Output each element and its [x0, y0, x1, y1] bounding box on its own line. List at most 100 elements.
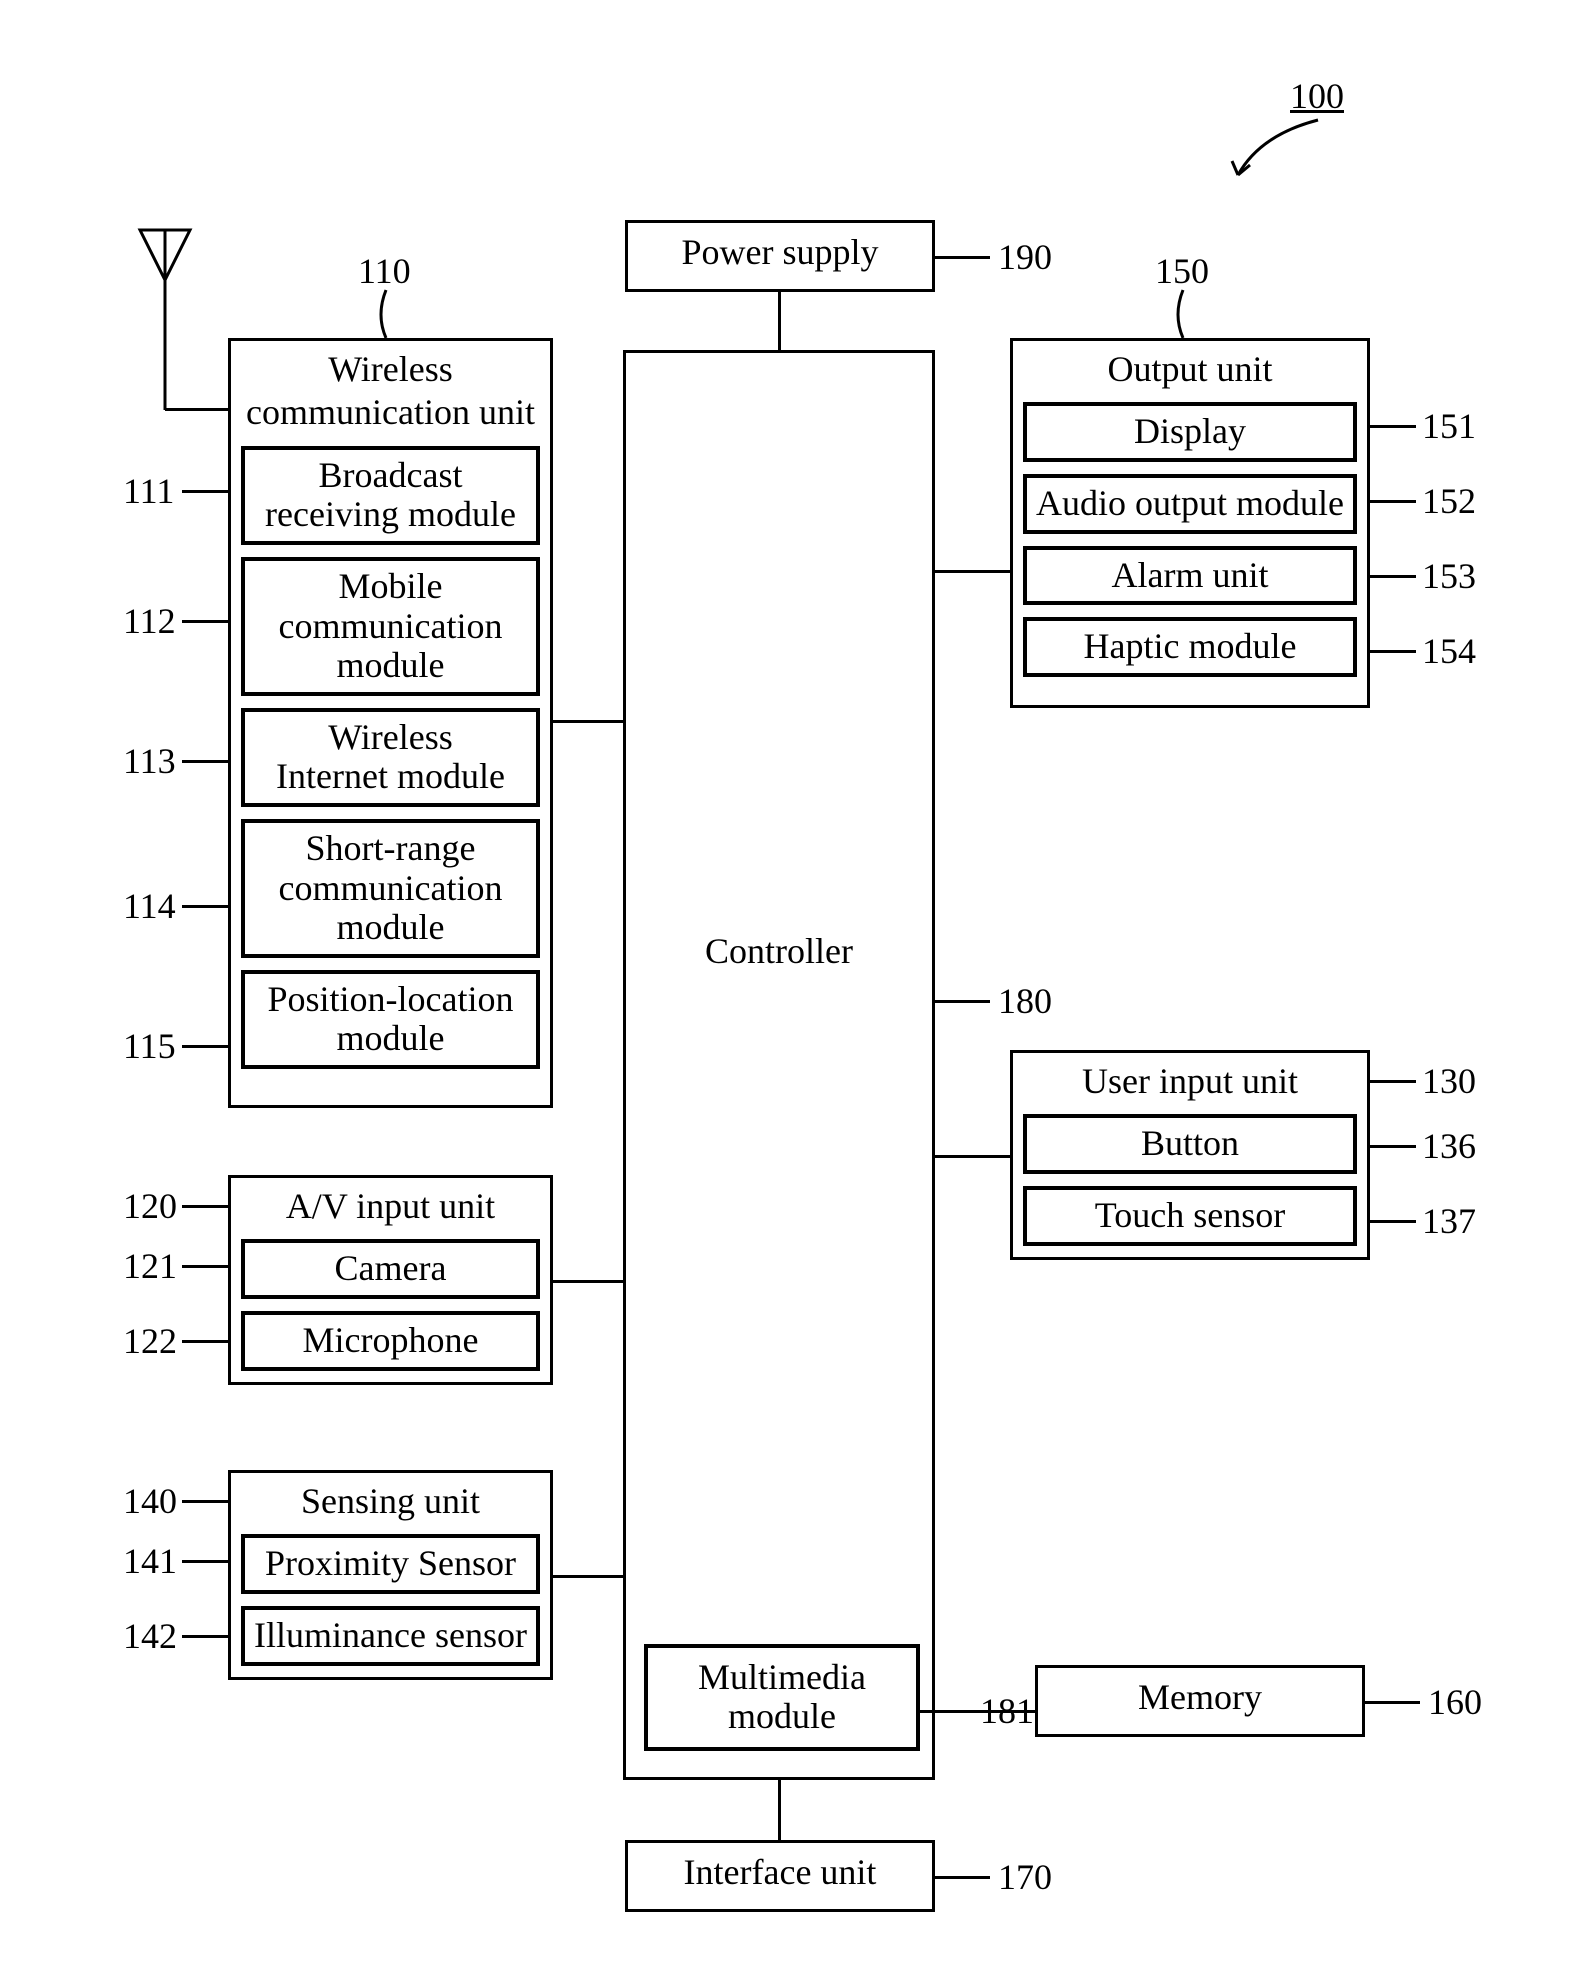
block-av-input: A/V input unit Camera Microphone: [228, 1175, 553, 1385]
ref-137: 137: [1422, 1200, 1476, 1242]
label-mobile-l3: module: [337, 645, 445, 685]
label-winet-l2: Internet module: [276, 756, 505, 796]
block-touch-sensor: Touch sensor: [1023, 1186, 1357, 1246]
label-sr-l3: module: [337, 907, 445, 947]
leader-160: [1365, 1701, 1420, 1704]
leader-140: [182, 1500, 228, 1503]
ref-136: 136: [1422, 1125, 1476, 1167]
leader-152: [1370, 500, 1416, 503]
leader-111: [182, 490, 228, 493]
ref-110: 110: [358, 250, 411, 292]
ref-114: 114: [123, 885, 176, 927]
block-power-supply: Power supply: [625, 220, 935, 292]
ref-100: 100: [1290, 75, 1344, 117]
label-power-supply: Power supply: [682, 232, 879, 273]
antenna-icon: [135, 225, 195, 415]
leader-142: [182, 1635, 228, 1638]
leader-154: [1370, 650, 1416, 653]
block-multimedia-module: Multimedia module: [644, 1644, 920, 1751]
block-user-input: User input unit Button Touch sensor: [1010, 1050, 1370, 1260]
ref-151: 151: [1422, 405, 1476, 447]
label-sr-l2: communication: [279, 868, 503, 908]
leader-120: [182, 1205, 228, 1208]
leader-114: [182, 905, 228, 908]
leader-137: [1370, 1220, 1416, 1223]
wire-controller-userinput: [935, 1155, 1010, 1158]
ref-170: 170: [998, 1856, 1052, 1898]
label-pl-l2: module: [337, 1018, 445, 1058]
leader-151: [1370, 425, 1416, 428]
wire-power-controller: [778, 292, 781, 350]
ref-111: 111: [123, 470, 174, 512]
label-broadcast-l2: receiving module: [265, 494, 516, 534]
leader-190: [935, 256, 990, 259]
ref-140: 140: [123, 1480, 177, 1522]
label-mobile-l2: communication: [279, 606, 503, 646]
label-pl-l1: Position-location: [268, 979, 514, 1019]
block-button: Button: [1023, 1114, 1357, 1174]
ref-160: 160: [1428, 1681, 1482, 1723]
label-mobile-l1: Mobile: [339, 566, 443, 606]
block-audio-output: Audio output module: [1023, 474, 1357, 534]
label-output-unit: Output unit: [1107, 349, 1272, 390]
leader-141: [182, 1560, 228, 1563]
block-sensing-unit: Sensing unit Proximity Sensor Illuminanc…: [228, 1470, 553, 1680]
wire-controller-output: [935, 570, 1010, 573]
block-controller: Controller Multimedia module: [623, 350, 935, 1780]
block-haptic: Haptic module: [1023, 617, 1357, 677]
ref-190: 190: [998, 236, 1052, 278]
leader-170: [935, 1876, 990, 1879]
ref-153: 153: [1422, 555, 1476, 597]
block-interface-unit: Interface unit: [625, 1840, 935, 1912]
leader-136: [1370, 1145, 1416, 1148]
block-alarm: Alarm unit: [1023, 546, 1357, 606]
block-display: Display: [1023, 402, 1357, 462]
leader-122: [182, 1340, 228, 1343]
wire-120-controller: [553, 1280, 623, 1283]
label-multimedia-l1: Multimedia: [698, 1657, 866, 1697]
leader-153: [1370, 575, 1416, 578]
leader-150-curve: [1173, 290, 1193, 340]
label-multimedia-l2: module: [728, 1696, 836, 1736]
ref-122: 122: [123, 1320, 177, 1362]
ref-142: 142: [123, 1615, 177, 1657]
block-wireless-comm-unit: Wireless communication unit Broadcast re…: [228, 338, 553, 1108]
wire-antenna-to-wireless: [165, 408, 230, 411]
block-mobile-comm: Mobile communication module: [241, 557, 540, 696]
ref-154: 154: [1422, 630, 1476, 672]
block-short-range: Short-range communication module: [241, 819, 540, 958]
ref-121: 121: [123, 1245, 177, 1287]
label-sensing-unit: Sensing unit: [301, 1481, 480, 1522]
label-broadcast-l1: Broadcast: [319, 455, 463, 495]
leader-110-curve: [376, 290, 396, 340]
block-output-unit: Output unit Display Audio output module …: [1010, 338, 1370, 708]
leader-121: [182, 1265, 228, 1268]
leader-113: [182, 760, 228, 763]
ref-180: 180: [998, 980, 1052, 1022]
block-memory: Memory: [1035, 1665, 1365, 1737]
wire-controller-memory: [917, 1710, 1037, 1713]
wire-controller-interface: [778, 1780, 781, 1840]
label-wireless-comm-l2: communication unit: [246, 392, 535, 433]
ref-141: 141: [123, 1540, 177, 1582]
leader-180: [935, 1000, 990, 1003]
ref-130: 130: [1422, 1060, 1476, 1102]
label-av-input: A/V input unit: [286, 1186, 495, 1227]
wire-110-controller: [553, 720, 623, 723]
label-user-input: User input unit: [1082, 1061, 1298, 1102]
wire-140-controller: [553, 1575, 623, 1578]
label-memory: Memory: [1138, 1677, 1262, 1718]
label-interface-unit: Interface unit: [684, 1852, 877, 1893]
label-winet-l1: Wireless: [328, 717, 453, 757]
ref-150: 150: [1155, 250, 1209, 292]
block-microphone: Microphone: [241, 1311, 540, 1371]
block-wireless-internet: Wireless Internet module: [241, 708, 540, 807]
ref-100-arrow: [1230, 115, 1340, 195]
ref-152: 152: [1422, 480, 1476, 522]
block-camera: Camera: [241, 1239, 540, 1299]
block-illuminance: Illuminance sensor: [241, 1606, 540, 1666]
leader-115: [182, 1045, 228, 1048]
leader-112: [182, 620, 228, 623]
ref-113: 113: [123, 740, 176, 782]
leader-130: [1370, 1080, 1416, 1083]
